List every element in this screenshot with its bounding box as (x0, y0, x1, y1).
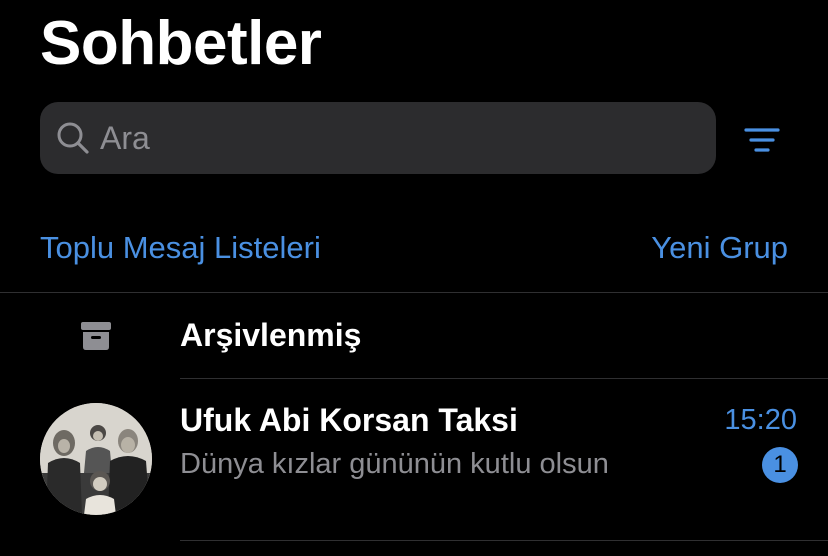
avatar-photo (40, 403, 152, 515)
chats-screen: Sohbetler Toplu Mesaj Listeleri Yeni Gru… (0, 0, 828, 556)
page-title: Sohbetler (40, 9, 322, 78)
search-bar[interactable] (40, 102, 716, 174)
chat-name: Ufuk Abi Korsan Taksi (180, 402, 518, 438)
broadcast-lists-link[interactable]: Toplu Mesaj Listeleri (40, 226, 321, 270)
new-group-link[interactable]: Yeni Grup (651, 226, 788, 270)
chat-timestamp: 15:20 (724, 404, 797, 436)
row-divider (180, 540, 828, 541)
search-icon (57, 122, 89, 154)
archived-chats-row[interactable]: Arşivlenmiş (0, 293, 828, 379)
chat-list-item[interactable]: Ufuk Abi Korsan Taksi 15:20 Dünya kızlar… (0, 380, 828, 540)
archive-icon (81, 322, 111, 350)
search-input[interactable] (100, 102, 700, 174)
filter-icon[interactable] (742, 126, 782, 154)
unread-badge: 1 (762, 447, 798, 483)
archived-label: Arşivlenmiş (180, 317, 362, 353)
chat-preview: Dünya kızlar gününün kutlu olsun (180, 448, 609, 480)
avatar[interactable] (40, 403, 152, 515)
row-divider (180, 378, 828, 379)
